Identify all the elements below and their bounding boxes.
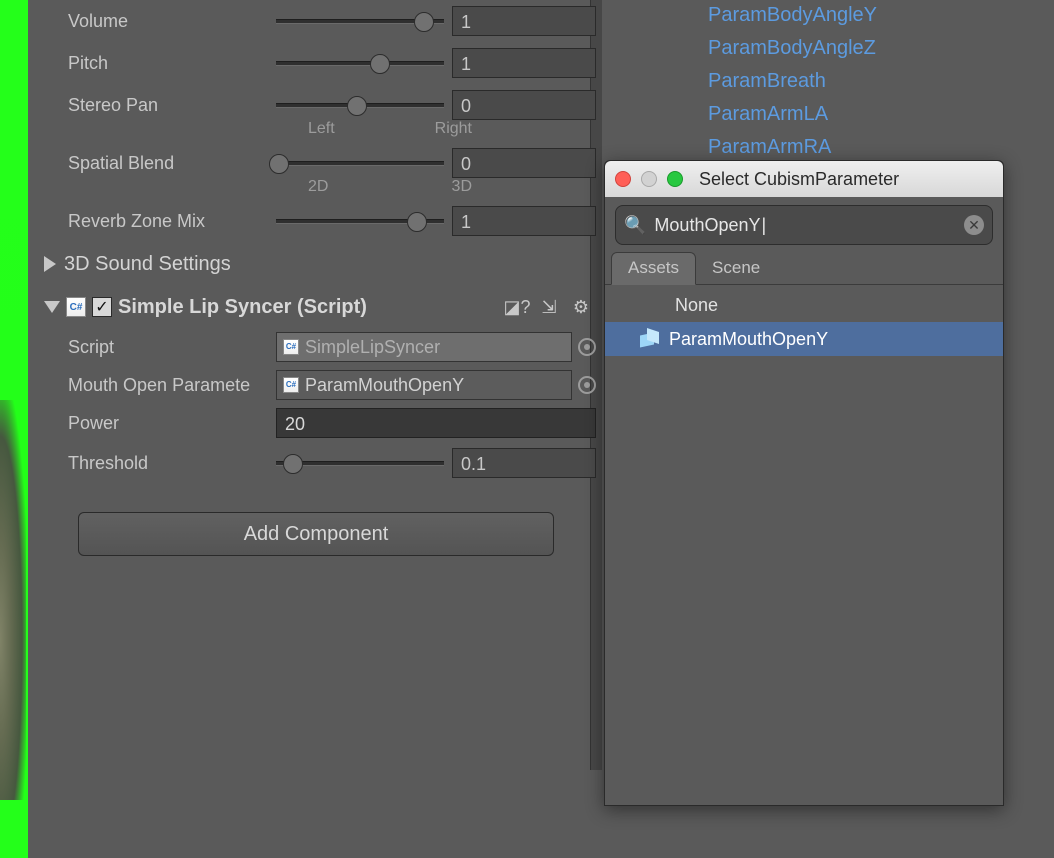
stereo-value[interactable]: 0 bbox=[452, 90, 596, 120]
spatial-value[interactable]: 0 bbox=[452, 148, 596, 178]
threshold-label: Threshold bbox=[36, 453, 276, 474]
stereo-right-label: Right bbox=[358, 120, 472, 138]
volume-label: Volume bbox=[36, 11, 276, 32]
mouth-param-row: Mouth Open Paramete C# ParamMouthOpenY bbox=[36, 366, 596, 404]
slider-thumb[interactable] bbox=[347, 96, 367, 116]
component-header[interactable]: C# ✓ Simple Lip Syncer (Script) ◪? ⇲ ⚙ bbox=[36, 286, 596, 328]
spatial-label: Spatial Blend bbox=[36, 153, 276, 174]
power-row: Power 20 bbox=[36, 404, 596, 442]
search-input-text[interactable]: MouthOpenY bbox=[654, 215, 956, 236]
add-component-label: Add Component bbox=[244, 523, 389, 546]
mouth-param-value: ParamMouthOpenY bbox=[305, 370, 464, 400]
check-icon: ✓ bbox=[95, 297, 108, 317]
slider-thumb[interactable] bbox=[407, 212, 427, 232]
scene-art-strip bbox=[0, 0, 28, 858]
script-value: SimpleLipSyncer bbox=[305, 332, 440, 362]
result-item-selected[interactable]: ParamMouthOpenY bbox=[605, 322, 1003, 356]
popup-search-field[interactable]: 🔍 MouthOpenY ✕ bbox=[615, 205, 993, 245]
pitch-value[interactable]: 1 bbox=[452, 48, 596, 78]
gear-icon[interactable]: ⚙ bbox=[570, 296, 592, 318]
chevron-down-icon bbox=[44, 301, 60, 313]
result-item-label: ParamMouthOpenY bbox=[669, 329, 828, 350]
object-picker-popup: Select CubismParameter 🔍 MouthOpenY ✕ As… bbox=[604, 160, 1004, 806]
popup-tabs: Assets Scene bbox=[605, 253, 1003, 285]
script-field-row: Script C# SimpleLipSyncer bbox=[36, 328, 596, 366]
stereo-left-label: Left bbox=[308, 120, 358, 138]
tab-scene[interactable]: Scene bbox=[696, 253, 776, 284]
threshold-row: Threshold 0.1 bbox=[36, 442, 596, 484]
parameter-link-list: ParamBodyAngleY ParamBodyAngleZ ParamBre… bbox=[608, 0, 1018, 165]
prefab-icon bbox=[637, 328, 659, 350]
param-link[interactable]: ParamBodyAngleY bbox=[608, 0, 1018, 33]
threshold-slider[interactable] bbox=[276, 461, 444, 466]
pitch-label: Pitch bbox=[36, 53, 276, 74]
spatial-right-label: 3D bbox=[358, 178, 472, 196]
pitch-slider[interactable] bbox=[276, 61, 444, 66]
power-input[interactable]: 20 bbox=[276, 408, 596, 438]
reverb-label: Reverb Zone Mix bbox=[36, 211, 276, 232]
slider-thumb[interactable] bbox=[283, 454, 303, 474]
script-icon: C# bbox=[66, 297, 86, 317]
stereo-label: Stereo Pan bbox=[36, 95, 276, 116]
help-icon[interactable]: ◪? bbox=[506, 296, 528, 318]
popup-titlebar[interactable]: Select CubismParameter bbox=[605, 161, 1003, 197]
zoom-icon[interactable] bbox=[667, 171, 683, 187]
stereo-sublabels: Left Right bbox=[36, 120, 596, 138]
volume-slider[interactable] bbox=[276, 19, 444, 24]
reverb-row: Reverb Zone Mix 1 bbox=[36, 200, 596, 242]
slider-thumb[interactable] bbox=[269, 154, 289, 174]
spatial-sublabels: 2D 3D bbox=[36, 178, 596, 196]
script-field-label: Script bbox=[36, 337, 276, 358]
threshold-value[interactable]: 0.1 bbox=[452, 448, 596, 478]
mouth-param-label: Mouth Open Paramete bbox=[36, 375, 276, 396]
chevron-right-icon bbox=[44, 256, 56, 272]
slider-thumb[interactable] bbox=[414, 12, 434, 32]
volume-value[interactable]: 1 bbox=[452, 6, 596, 36]
tab-assets[interactable]: Assets bbox=[611, 252, 696, 285]
script-icon: C# bbox=[283, 377, 299, 393]
component-header-icons: ◪? ⇲ ⚙ bbox=[506, 296, 596, 318]
slider-thumb[interactable] bbox=[370, 54, 390, 74]
component-title: Simple Lip Syncer (Script) bbox=[118, 296, 367, 319]
stereo-slider[interactable] bbox=[276, 103, 444, 108]
reverb-value[interactable]: 1 bbox=[452, 206, 596, 236]
inspector-panel: Volume 1 Pitch 1 Stereo Pan 0 Left Right… bbox=[36, 0, 596, 858]
volume-row: Volume 1 bbox=[36, 0, 596, 42]
object-picker-icon[interactable] bbox=[578, 338, 596, 356]
3d-sound-settings-label: 3D Sound Settings bbox=[64, 253, 231, 276]
pitch-row: Pitch 1 bbox=[36, 42, 596, 84]
script-object-field[interactable]: C# SimpleLipSyncer bbox=[276, 332, 572, 362]
component-enable-checkbox[interactable]: ✓ bbox=[92, 297, 112, 317]
spatial-left-label: 2D bbox=[308, 178, 358, 196]
preset-icon[interactable]: ⇲ bbox=[538, 296, 560, 318]
clear-search-icon[interactable]: ✕ bbox=[964, 215, 984, 235]
power-label: Power bbox=[36, 413, 276, 434]
object-picker-icon[interactable] bbox=[578, 376, 596, 394]
script-icon: C# bbox=[283, 339, 299, 355]
result-none[interactable]: None bbox=[605, 289, 1003, 322]
param-link[interactable]: ParamBreath bbox=[608, 66, 1018, 99]
3d-sound-settings-foldout[interactable]: 3D Sound Settings bbox=[36, 242, 596, 286]
add-component-button[interactable]: Add Component bbox=[78, 512, 554, 556]
param-link[interactable]: ParamArmLA bbox=[608, 99, 1018, 132]
reverb-slider[interactable] bbox=[276, 219, 444, 224]
popup-results: None ParamMouthOpenY bbox=[605, 285, 1003, 805]
param-link[interactable]: ParamBodyAngleZ bbox=[608, 33, 1018, 66]
minimize-icon[interactable] bbox=[641, 171, 657, 187]
popup-title: Select CubismParameter bbox=[699, 169, 899, 190]
search-icon: 🔍 bbox=[624, 215, 646, 236]
spatial-slider[interactable] bbox=[276, 161, 444, 166]
resize-handle-icon[interactable] bbox=[764, 793, 844, 799]
mouth-param-object-field[interactable]: C# ParamMouthOpenY bbox=[276, 370, 572, 400]
close-icon[interactable] bbox=[615, 171, 631, 187]
